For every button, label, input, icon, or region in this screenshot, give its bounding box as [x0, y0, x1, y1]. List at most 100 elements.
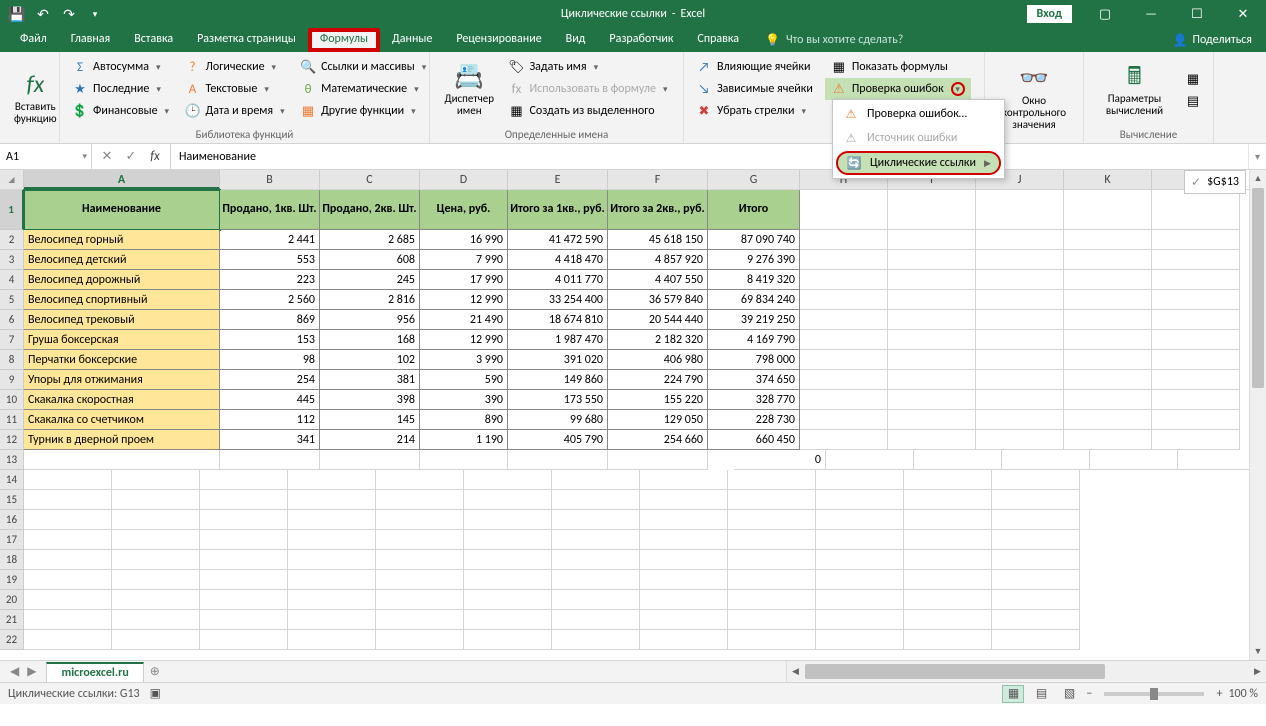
cell[interactable]: 7 990	[420, 250, 508, 270]
cell[interactable]	[552, 470, 640, 490]
chevron-down-icon[interactable]: ▾	[272, 62, 280, 73]
cell[interactable]: 254 660	[608, 430, 708, 450]
cell[interactable]: 405 790	[508, 430, 608, 450]
cell[interactable]: 69 834 240	[708, 290, 800, 310]
cell[interactable]	[728, 530, 816, 550]
calc-now-button[interactable]: ▦	[1179, 69, 1207, 91]
cell[interactable]: 1 987 470	[508, 330, 608, 350]
row-header[interactable]: 14	[0, 470, 24, 490]
cell[interactable]: 381	[320, 370, 420, 390]
cell[interactable]	[816, 530, 904, 550]
cell[interactable]: Велосипед трековый	[24, 310, 220, 330]
cell[interactable]	[800, 270, 888, 290]
col-header[interactable]: D	[420, 170, 508, 189]
cell[interactable]	[508, 450, 608, 470]
cell[interactable]	[288, 490, 376, 510]
col-header[interactable]: A	[24, 170, 220, 189]
select-all-button[interactable]: ◢	[0, 170, 24, 189]
cell[interactable]	[976, 290, 1064, 310]
chevron-down-icon[interactable]: ▾	[411, 106, 419, 117]
cell[interactable]	[552, 490, 640, 510]
cell[interactable]	[728, 550, 816, 570]
cell[interactable]	[288, 610, 376, 630]
cell[interactable]	[904, 470, 992, 490]
cell[interactable]: 4 169 790	[708, 330, 800, 350]
cell[interactable]	[200, 590, 288, 610]
cell[interactable]	[24, 450, 220, 470]
cell[interactable]	[112, 610, 200, 630]
scroll-right-icon[interactable]: ▶	[1249, 666, 1266, 677]
cell[interactable]: Итого за 2кв., руб.	[608, 190, 708, 230]
cell[interactable]	[976, 390, 1064, 410]
cell[interactable]: 4 407 550	[608, 270, 708, 290]
tell-me-search[interactable]: 💡 Что вы хотите сделать?	[751, 28, 917, 52]
cell[interactable]: Велосипед дорожный	[24, 270, 220, 290]
qat-customize-icon[interactable]: ▾	[84, 3, 106, 25]
error-checking-button[interactable]: ⚠Проверка ошибок▾	[825, 78, 971, 100]
cell[interactable]	[888, 250, 976, 270]
cell[interactable]	[1090, 450, 1178, 470]
cell[interactable]: Велосипед горный	[24, 230, 220, 250]
cell[interactable]: 149 860	[508, 370, 608, 390]
row-header[interactable]: 3	[0, 250, 24, 270]
cell[interactable]: 2 685	[320, 230, 420, 250]
cell[interactable]: 12 990	[420, 330, 508, 350]
cell[interactable]	[24, 610, 112, 630]
tab-help[interactable]: Справка	[685, 28, 751, 52]
sheet-next-icon[interactable]: ▶	[27, 664, 36, 679]
cell[interactable]	[288, 550, 376, 570]
cell[interactable]: 590	[420, 370, 508, 390]
cell[interactable]: Велосипед спортивный	[24, 290, 220, 310]
cell[interactable]	[200, 530, 288, 550]
cell[interactable]	[112, 590, 200, 610]
cell[interactable]	[1002, 450, 1090, 470]
insert-function-button[interactable]: fx Вставить функцию	[6, 56, 65, 141]
cell[interactable]	[552, 590, 640, 610]
tab-page-layout[interactable]: Разметка страницы	[185, 28, 308, 52]
cell[interactable]	[288, 590, 376, 610]
cell[interactable]: 4 418 470	[508, 250, 608, 270]
cell[interactable]	[976, 250, 1064, 270]
cell[interactable]	[112, 470, 200, 490]
row-header[interactable]: 5	[0, 290, 24, 310]
cell[interactable]	[1152, 350, 1240, 370]
cell[interactable]	[1152, 370, 1240, 390]
cell[interactable]	[1152, 390, 1240, 410]
cell[interactable]: 4 011 770	[508, 270, 608, 290]
cell[interactable]	[608, 450, 708, 470]
cell[interactable]: 3 990	[420, 350, 508, 370]
cell[interactable]	[904, 630, 992, 650]
normal-view-icon[interactable]: ▦	[1002, 685, 1024, 703]
cell[interactable]	[992, 510, 1080, 530]
lookup-button[interactable]: 🔍Ссылки и массивы▾	[294, 56, 436, 78]
cell[interactable]	[552, 510, 640, 530]
cell[interactable]: 98	[220, 350, 320, 370]
cell[interactable]: Скакалка со счетчиком	[24, 410, 220, 430]
cell[interactable]	[24, 530, 112, 550]
cell[interactable]	[888, 190, 976, 230]
cell[interactable]	[376, 470, 464, 490]
cell[interactable]	[464, 470, 552, 490]
cell[interactable]	[320, 450, 420, 470]
cell[interactable]	[552, 570, 640, 590]
cell[interactable]: Цена, руб.	[420, 190, 508, 230]
cell[interactable]: 328 770	[708, 390, 800, 410]
recent-button[interactable]: ★Последние▾	[66, 78, 179, 100]
cell[interactable]: 445	[220, 390, 320, 410]
row-header[interactable]: 15	[0, 490, 24, 510]
logical-button[interactable]: ?Логические▾	[179, 56, 295, 78]
trace-precedents-button[interactable]: ↗Влияющие ячейки	[690, 56, 819, 78]
cell[interactable]	[376, 510, 464, 530]
cell[interactable]	[1064, 230, 1152, 250]
text-button[interactable]: AТекстовые▾	[179, 78, 295, 100]
show-formulas-button[interactable]: ▦Показать формулы	[825, 56, 971, 78]
row-header[interactable]: 9	[0, 370, 24, 390]
cell[interactable]	[288, 630, 376, 650]
cell[interactable]: Перчатки боксерские	[24, 350, 220, 370]
cell[interactable]	[112, 630, 200, 650]
create-from-selection-button[interactable]: ▦Создать из выделенного	[502, 100, 677, 122]
cell[interactable]	[464, 590, 552, 610]
cell[interactable]: 374 650	[708, 370, 800, 390]
cell[interactable]: 39 219 250	[708, 310, 800, 330]
cell[interactable]: 391 020	[508, 350, 608, 370]
